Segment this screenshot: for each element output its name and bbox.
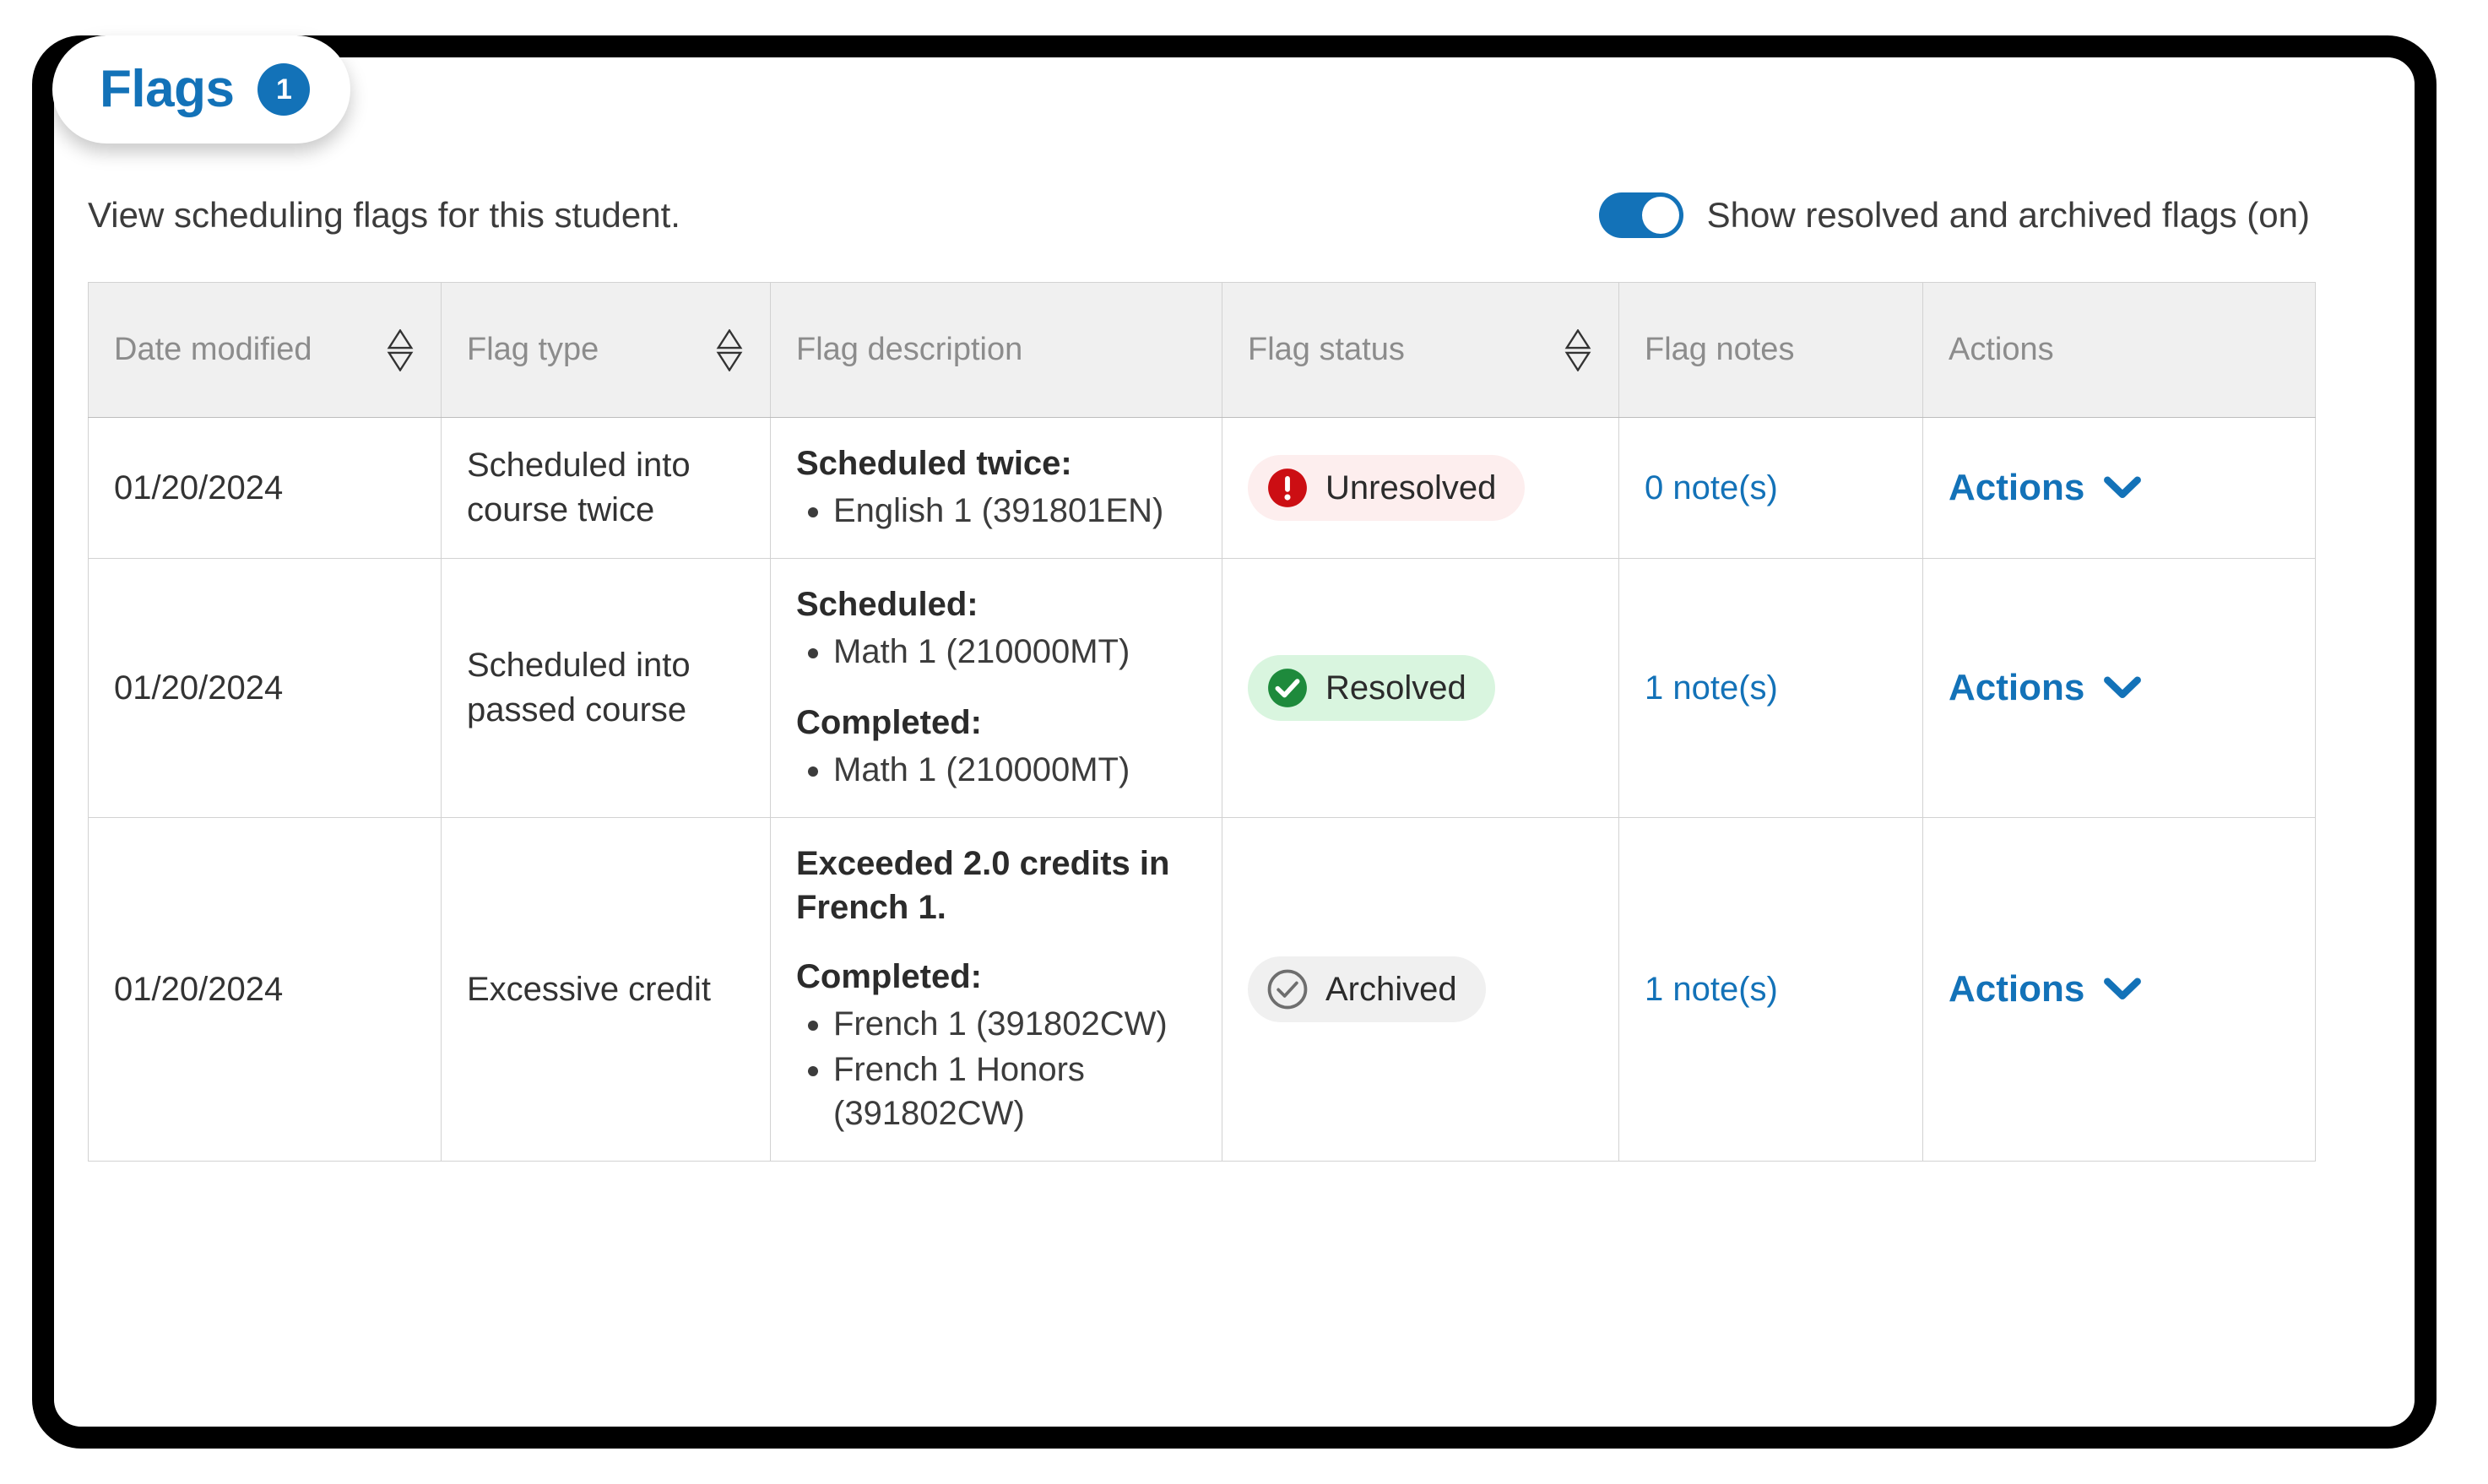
chevron-down-icon <box>2104 978 2142 999</box>
column-header-date-modified[interactable]: Date modified <box>88 282 442 418</box>
cell-flag-description: Exceeded 2.0 credits in French 1. Comple… <box>770 817 1222 1162</box>
description-list: Math 1 (210000MT) <box>833 748 1196 792</box>
tab-flags[interactable]: Flags 1 <box>52 35 351 144</box>
cell-date-modified: 01/20/2024 <box>88 417 442 559</box>
column-header-flag-type[interactable]: Flag type <box>441 282 771 418</box>
description-list: Math 1 (210000MT) <box>833 630 1196 674</box>
list-item: Math 1 (210000MT) <box>833 748 1196 792</box>
cell-flag-type: Excessive credit <box>441 817 771 1162</box>
status-badge: Unresolved <box>1248 455 1526 521</box>
show-resolved-toggle-label: Show resolved and archived flags (on) <box>1706 194 2310 235</box>
column-header-flag-status-label: Flag status <box>1248 332 1405 367</box>
description-heading: Completed: <box>796 958 982 995</box>
cell-flag-notes: 1 note(s) <box>1618 817 1923 1162</box>
description-list: French 1 (391802CW) French 1 Honors (391… <box>833 1002 1196 1135</box>
cell-flag-status: Archived <box>1222 817 1619 1162</box>
status-badge-label: Archived <box>1325 971 1457 1008</box>
notes-link[interactable]: 1 note(s) <box>1645 669 1778 707</box>
column-header-date-modified-label: Date modified <box>114 332 312 367</box>
actions-dropdown-label: Actions <box>1949 466 2085 508</box>
table-row: 01/20/2024 Excessive credit Exceeded 2.0… <box>88 817 2316 1162</box>
sort-icon[interactable] <box>1563 328 1593 371</box>
cell-flag-type: Scheduled into passed course <box>441 558 771 818</box>
column-header-flag-notes-label: Flag notes <box>1645 332 1795 367</box>
status-badge-label: Unresolved <box>1325 469 1497 506</box>
tab-flags-count-badge: 1 <box>257 63 311 116</box>
actions-dropdown-label: Actions <box>1949 967 2085 1010</box>
description-heading: Scheduled: <box>796 586 978 623</box>
cell-date-modified: 01/20/2024 <box>88 558 442 818</box>
description-heading: Exceeded 2.0 credits in French 1. <box>796 845 1170 926</box>
check-circle-filled-icon <box>1268 669 1307 707</box>
description-heading: Scheduled twice: <box>796 445 1072 482</box>
panel-header-row: View scheduling flags for this student. … <box>88 169 2315 262</box>
flags-table-header-row: Date modified Flag type Flag description… <box>88 282 2316 418</box>
cell-flag-status: Resolved <box>1222 558 1619 818</box>
column-header-flag-description-label: Flag description <box>796 332 1023 367</box>
flags-panel-content: View scheduling flags for this student. … <box>88 169 2316 1162</box>
exclamation-circle-icon <box>1268 468 1307 507</box>
table-row: 01/20/2024 Scheduled into passed course … <box>88 558 2316 818</box>
column-header-flag-description: Flag description <box>770 282 1222 418</box>
column-header-flag-notes: Flag notes <box>1618 282 1923 418</box>
cell-actions: Actions <box>1922 817 2316 1162</box>
chevron-down-icon <box>2104 676 2142 698</box>
cell-actions: Actions <box>1922 558 2316 818</box>
list-item: French 1 (391802CW) <box>833 1002 1196 1046</box>
sort-icon[interactable] <box>714 328 745 371</box>
tab-flags-label: Flags <box>100 60 235 118</box>
cell-flag-notes: 1 note(s) <box>1618 558 1923 818</box>
actions-dropdown-button[interactable]: Actions <box>1949 463 2142 512</box>
status-badge: Resolved <box>1248 655 1495 721</box>
screenshot-root: Flags 1 View scheduling flags for this s… <box>0 0 2488 1484</box>
flags-table-head: Date modified Flag type Flag description… <box>88 282 2316 418</box>
show-resolved-toggle-group[interactable]: Show resolved and archived flags (on) <box>1598 192 2310 238</box>
cell-flag-description: Scheduled: Math 1 (210000MT) Completed: … <box>770 558 1222 818</box>
cell-date-modified: 01/20/2024 <box>88 817 442 1162</box>
flags-table: Date modified Flag type Flag description… <box>88 282 2316 1162</box>
column-header-actions: Actions <box>1922 282 2316 418</box>
column-header-flag-type-label: Flag type <box>467 332 599 367</box>
panel-description: View scheduling flags for this student. <box>88 194 680 235</box>
cell-flag-description: Scheduled twice: English 1 (391801EN) <box>770 417 1222 559</box>
flags-table-body: 01/20/2024 Scheduled into course twice S… <box>88 417 2316 1162</box>
actions-dropdown-button[interactable]: Actions <box>1949 965 2142 1014</box>
cell-flag-notes: 0 note(s) <box>1618 417 1923 559</box>
description-list: English 1 (391801EN) <box>833 489 1196 533</box>
check-circle-outline-icon <box>1267 969 1308 1010</box>
description-heading: Completed: <box>796 704 982 741</box>
show-resolved-toggle[interactable] <box>1598 192 1683 238</box>
actions-dropdown-label: Actions <box>1949 666 2085 708</box>
column-header-actions-label: Actions <box>1949 332 2054 367</box>
actions-dropdown-button[interactable]: Actions <box>1949 663 2142 712</box>
list-item: French 1 Honors (391802CW) <box>833 1048 1196 1135</box>
list-item: Math 1 (210000MT) <box>833 630 1196 674</box>
status-badge-label: Resolved <box>1325 669 1466 707</box>
column-header-flag-status[interactable]: Flag status <box>1222 282 1619 418</box>
cell-flag-status: Unresolved <box>1222 417 1619 559</box>
toggle-knob <box>1641 197 1679 234</box>
notes-link[interactable]: 1 note(s) <box>1645 971 1778 1008</box>
notes-link[interactable]: 0 note(s) <box>1645 469 1778 506</box>
table-row: 01/20/2024 Scheduled into course twice S… <box>88 417 2316 559</box>
list-item: English 1 (391801EN) <box>833 489 1196 533</box>
cell-actions: Actions <box>1922 417 2316 559</box>
status-badge: Archived <box>1248 956 1486 1022</box>
sort-icon[interactable] <box>385 328 415 371</box>
chevron-down-icon <box>2104 476 2142 498</box>
cell-flag-type: Scheduled into course twice <box>441 417 771 559</box>
